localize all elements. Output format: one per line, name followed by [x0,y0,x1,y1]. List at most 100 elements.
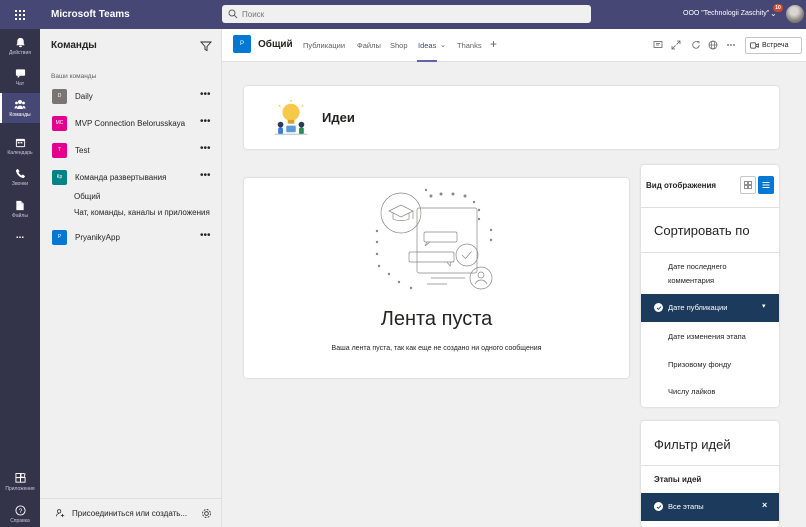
sort-option-stage-change[interactable]: Дате изменения этапа [668,330,768,344]
team-avatar: MC [52,115,67,131]
search-icon [228,9,238,19]
rail-item-calendar[interactable]: Календарь [0,131,40,161]
chevron-down-icon[interactable]: ⌄ [440,41,446,49]
help-icon: ? [14,504,26,516]
globe-icon[interactable] [708,40,718,50]
sort-option-publication-date[interactable]: Дате публикации ▾ [641,294,779,322]
close-icon[interactable]: × [762,500,767,510]
list-icon [762,182,770,188]
team-item-mvp-connection[interactable]: MC MVP Connection Belorusskaya ••• [40,112,221,134]
team-avatar: T [52,142,67,158]
chevron-down-icon: ▾ [762,303,766,310]
list-view-button[interactable] [758,176,774,194]
filter-subtitle: Этапы идей [654,475,702,484]
grid-icon [744,181,752,189]
svg-text:?: ? [18,507,22,514]
channel-item-general[interactable]: Общий [74,192,100,201]
rail-item-more[interactable]: ... [0,220,40,250]
sort-option-last-comment[interactable]: Дате последнего комментария [668,260,768,288]
team-item-daily[interactable]: D Daily ••• [40,85,221,107]
rail-item-chat[interactable]: Чат [0,62,40,92]
team-avatar: Кр [52,169,67,185]
more-options-icon[interactable]: ••• [200,231,211,241]
channel-header: P Общий Публикации Файлы Shop Ideas ⌄ Th… [222,29,806,62]
tab-thanks[interactable]: Thanks [457,41,482,50]
more-options-icon[interactable]: ••• [200,117,211,127]
tab-ideas[interactable]: Ideas [418,41,436,50]
rail-item-apps[interactable]: Приложения [0,467,40,497]
channel-item-chat-commands[interactable]: Чат, команды, каналы и приложения [74,208,210,217]
search-box[interactable] [222,5,591,23]
waffle-icon [15,9,25,20]
rail-label: Календарь [7,150,33,156]
calendar-icon [14,136,26,148]
app-launcher-button[interactable] [0,0,40,29]
more-options-icon[interactable]: ••• [200,90,211,100]
join-label: Присоединиться или создать... [72,508,188,518]
rail-label: Справка [10,518,30,524]
team-avatar: P [52,229,67,245]
more-options-icon[interactable]: ••• [200,144,211,154]
feed-card: Лента пуста Ваша лента пуста, так как ещ… [244,178,629,378]
panel-title: Команды [51,40,97,51]
tab-shop[interactable]: Shop [390,41,408,50]
tab-files[interactable]: Файлы [357,41,381,50]
filter-option-all-stages[interactable]: Все этапы × [641,493,779,521]
rail-label: Файлы [12,213,28,219]
rail-item-calls[interactable]: Звонки [0,162,40,192]
search-input[interactable] [242,9,572,19]
team-item-test[interactable]: T Test ••• [40,139,221,161]
team-avatar: P [233,35,251,53]
rail-label: Звонки [11,181,29,187]
team-item-pryanikyapp[interactable]: P PryanikyApp ••• [40,226,221,248]
conversation-icon[interactable] [653,40,663,50]
org-switcher[interactable]: OOO "Technologii Zaschity" [683,10,769,17]
grid-view-button[interactable] [740,176,756,194]
filter-option-label: Все этапы [668,502,704,511]
add-tab-icon[interactable]: + [490,37,497,51]
more-options-icon[interactable] [726,40,736,50]
team-name: MVP Connection Belorusskaya [75,118,186,128]
rail-label: Чат [15,81,25,87]
more-icon: ... [15,229,25,241]
rail-label: Действия [9,50,31,56]
team-name: Test [75,145,90,155]
file-icon [14,199,26,211]
app-title: Microsoft Teams [51,9,130,20]
divider [641,252,779,253]
more-options-icon[interactable]: ••• [200,171,211,181]
sort-option-prize-fund[interactable]: Призовому фонду [668,358,768,372]
sort-panel: Вид отображения Сортировать по Дате посл… [641,165,779,407]
filter-panel: Фильтр идей Этапы идей Все этапы × [641,421,779,527]
meet-button[interactable]: Встреча [745,37,802,54]
join-team-icon [55,509,65,518]
phone-icon [14,167,26,179]
teams-panel: Команды Ваши команды D Daily ••• MC MVP … [40,29,222,527]
filter-icon[interactable] [200,40,212,52]
sort-option-label: Дате публикации [668,303,728,312]
apps-icon [14,472,26,484]
gear-icon[interactable] [201,508,212,519]
page-title: Идеи [322,110,355,125]
sort-option-likes[interactable]: Числу лайков [668,385,768,399]
tab-posts[interactable]: Публикации [303,41,345,50]
refresh-icon[interactable] [691,40,701,50]
section-label: Ваши команды [51,73,97,80]
channel-name: Общий [258,39,293,50]
title-bar: Microsoft Teams OOO "Technologii Zaschit… [0,0,806,29]
rail-item-teams[interactable]: Команды [0,93,40,123]
rail-item-help[interactable]: ? Справка [0,499,40,527]
rail-item-activity[interactable]: Действия [0,31,40,61]
app-rail: Действия Чат Команды Календарь Звонки Фа… [0,29,40,527]
team-name: Команда развертывания [75,172,167,182]
checkmark-icon [654,303,663,312]
join-or-create-button[interactable]: Присоединиться или создать... [40,498,221,527]
expand-icon[interactable] [671,40,681,50]
divider [641,207,779,208]
chat-icon [14,67,26,79]
avatar[interactable] [786,5,804,23]
sort-title: Сортировать по [654,223,750,238]
team-item-deployment[interactable]: Кр Команда развертывания ••• [40,166,221,188]
rail-label: Команды [9,112,31,118]
empty-feed-title: Лента пуста [380,308,493,330]
